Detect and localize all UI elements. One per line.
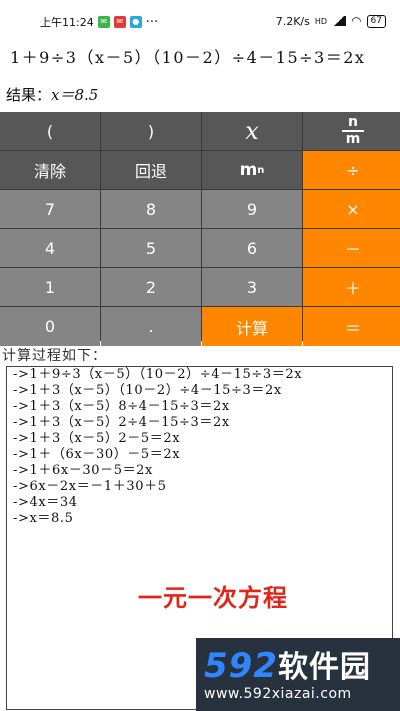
fraction-denominator: m xyxy=(345,131,361,147)
key-6[interactable]: 6 xyxy=(202,229,302,267)
annotation-text: 一元一次方程 xyxy=(138,584,288,612)
process-step: ->1＋3（x－5）2÷4－15÷3＝2x xyxy=(13,415,230,430)
result-value: x＝8.5 xyxy=(51,86,99,104)
key-backspace[interactable]: 回退 xyxy=(101,151,201,189)
process-step: ->1＋3（x－5）2－5＝2x xyxy=(13,431,181,446)
app-icon: ● xyxy=(129,16,142,28)
watermark-logo: 592软件园 xyxy=(204,642,371,686)
fraction-numerator: n xyxy=(348,114,358,130)
key-variable-x[interactable]: x xyxy=(202,112,302,150)
key-2[interactable]: 2 xyxy=(101,268,201,306)
battery-icon: 67 xyxy=(366,14,386,28)
key-calculate[interactable]: 计算 xyxy=(202,307,302,346)
power-exponent: n xyxy=(257,164,265,176)
process-title: 计算过程如下： xyxy=(2,348,107,364)
key-open-paren[interactable]: ( xyxy=(0,112,100,150)
status-right: 7.2K/s HD ◠ 67 xyxy=(276,14,386,28)
process-step: ->4x＝34 xyxy=(13,495,78,510)
key-close-paren[interactable]: ) xyxy=(101,112,201,150)
key-power[interactable]: mn xyxy=(202,151,302,189)
watermark-logo-text: 软件园 xyxy=(277,650,371,685)
keypad: ( ) x n m 清除 回退 mn ÷ 7 8 9 × 4 5 6 － 1 2… xyxy=(0,112,400,346)
key-divide[interactable]: ÷ xyxy=(303,151,400,189)
signal-icon xyxy=(332,16,347,26)
weibo-icon: ✉ xyxy=(113,16,126,28)
network-speed: 7.2K/s xyxy=(275,14,310,28)
key-3[interactable]: 3 xyxy=(202,268,302,306)
process-step: ->1＋（6x－30）－5＝2x xyxy=(13,447,181,462)
key-decimal[interactable]: . xyxy=(101,307,201,346)
key-plus[interactable]: ＋ xyxy=(303,268,400,306)
process-step: ->1＋3（x－5）8÷4－15÷3＝2x xyxy=(13,399,230,414)
key-1[interactable]: 1 xyxy=(0,268,100,306)
process-step: ->1＋3（x－5）（10－2）÷4－15÷3＝2x xyxy=(13,383,282,398)
key-7[interactable]: 7 xyxy=(0,190,100,228)
key-minus[interactable]: － xyxy=(303,229,400,267)
status-time: 上午11:24 xyxy=(40,16,94,29)
key-clear[interactable]: 清除 xyxy=(0,151,100,189)
expression-display: 1＋9÷3（x－5）（10－2）÷4－15÷3＝2x xyxy=(10,48,366,67)
key-4[interactable]: 4 xyxy=(0,229,100,267)
process-step: ->x＝8.5 xyxy=(13,511,74,526)
power-base: m xyxy=(239,160,258,180)
wechat-icon: ✉ xyxy=(97,16,110,28)
key-equals[interactable]: ＝ xyxy=(303,307,400,346)
result-label: 结果： xyxy=(6,86,52,104)
key-fraction[interactable]: n m xyxy=(303,112,400,150)
key-multiply[interactable]: × xyxy=(303,190,400,228)
process-step: ->1＋9÷3（x－5）（10－2）÷4－15÷3＝2x xyxy=(13,367,303,382)
key-0[interactable]: 0 xyxy=(0,307,100,346)
watermark-logo-number: 592 xyxy=(204,646,278,686)
key-9[interactable]: 9 xyxy=(202,190,302,228)
process-step: ->6x－2x＝－1＋30＋5 xyxy=(13,479,167,494)
status-bar: 上午11:24 ✉ ✉ ● ··· 7.2K/s HD ◠ 67 xyxy=(0,0,400,40)
key-8[interactable]: 8 xyxy=(101,190,201,228)
watermark: 592软件园 www.592xiazai.com xyxy=(196,638,400,711)
network-type: HD xyxy=(314,16,328,26)
status-left: 上午11:24 ✉ ✉ ● ··· xyxy=(40,14,158,30)
result-line: 结果：x＝8.5 xyxy=(6,84,98,105)
wifi-icon: ◠ xyxy=(351,14,362,28)
watermark-url: www.592xiazai.com xyxy=(204,686,352,702)
process-step: ->1＋6x－30－5＝2x xyxy=(13,463,153,478)
more-icon: ··· xyxy=(145,14,159,30)
key-5[interactable]: 5 xyxy=(101,229,201,267)
